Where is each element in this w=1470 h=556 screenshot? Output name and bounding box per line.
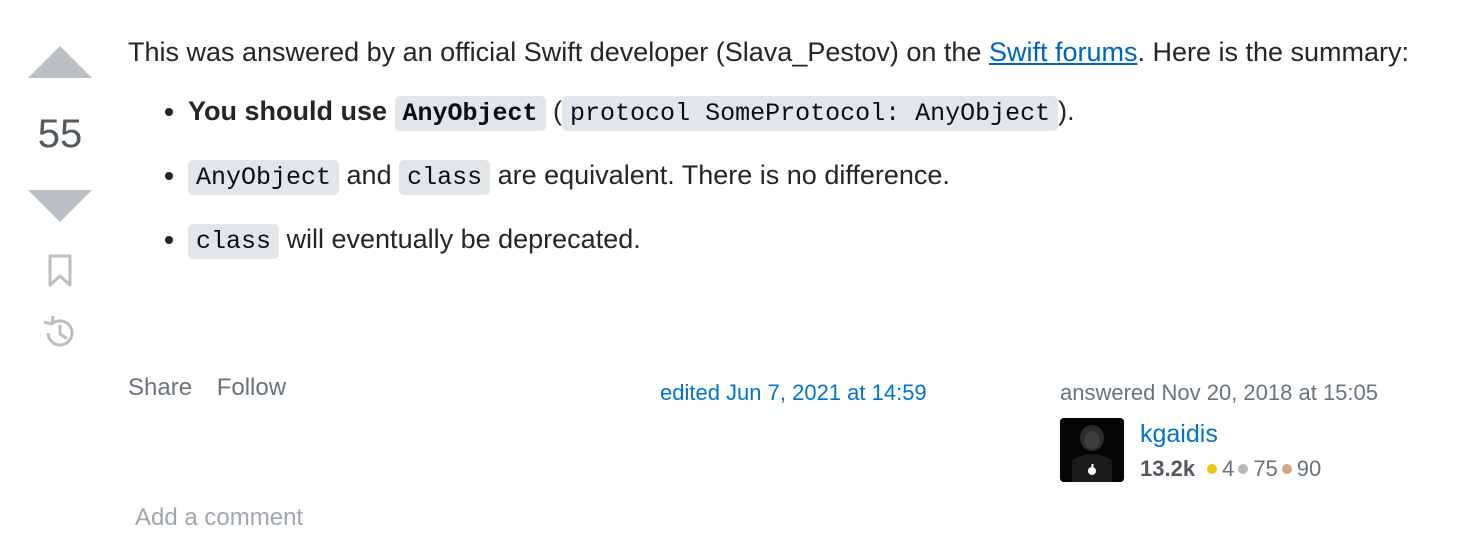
code-anyobject: AnyObject [394, 96, 546, 131]
edited-timestamp-link[interactable]: edited Jun 7, 2021 at 14:59 [660, 380, 927, 406]
bronze-badge-count: 90 [1296, 456, 1322, 481]
gold-badge-count: 4 [1222, 456, 1235, 481]
answer-body: This was answered by an official Swift d… [128, 30, 1448, 281]
post-actions: Share Follow [128, 374, 304, 402]
silver-badge-count: 75 [1253, 456, 1278, 481]
upvote-icon[interactable] [28, 46, 92, 78]
avatar[interactable] [1060, 418, 1124, 482]
avatar-image [1060, 418, 1124, 482]
code-protocol-decl: protocol SomeProtocol: AnyObject [562, 96, 1059, 131]
silver-badge-icon [1238, 464, 1249, 475]
bold-text: You should use AnyObject [188, 96, 546, 131]
list-item: You should use AnyObject (protocol SomeP… [188, 89, 1448, 136]
downvote-icon[interactable] [28, 190, 92, 222]
add-comment-link[interactable]: Add a comment [135, 504, 303, 532]
reputation-badges: 13.2k 4 75 90 [1140, 456, 1321, 482]
share-link[interactable]: Share [128, 374, 192, 401]
author-name-link[interactable]: kgaidis [1140, 420, 1218, 449]
swift-forums-link[interactable]: Swift forums [989, 37, 1138, 67]
answered-timestamp: answered Nov 20, 2018 at 15:05 [1060, 380, 1379, 405]
bronze-badge-icon [1281, 464, 1292, 475]
history-icon[interactable] [41, 314, 79, 352]
code-class: class [188, 224, 280, 259]
bookmark-icon[interactable] [46, 254, 74, 288]
code-anyobject: AnyObject [188, 160, 340, 195]
list-item: AnyObject and class are equivalent. Ther… [188, 153, 1448, 200]
reputation-score: 13.2k [1140, 456, 1196, 481]
vote-count: 55 [37, 112, 83, 156]
code-class: class [399, 160, 491, 195]
gold-badge-icon [1207, 464, 1218, 475]
list-item: class will eventually be deprecated. [188, 217, 1448, 264]
follow-link[interactable]: Follow [217, 374, 286, 401]
answer-intro: This was answered by an official Swift d… [128, 37, 1410, 67]
summary-list: You should use AnyObject (protocol SomeP… [128, 89, 1448, 264]
